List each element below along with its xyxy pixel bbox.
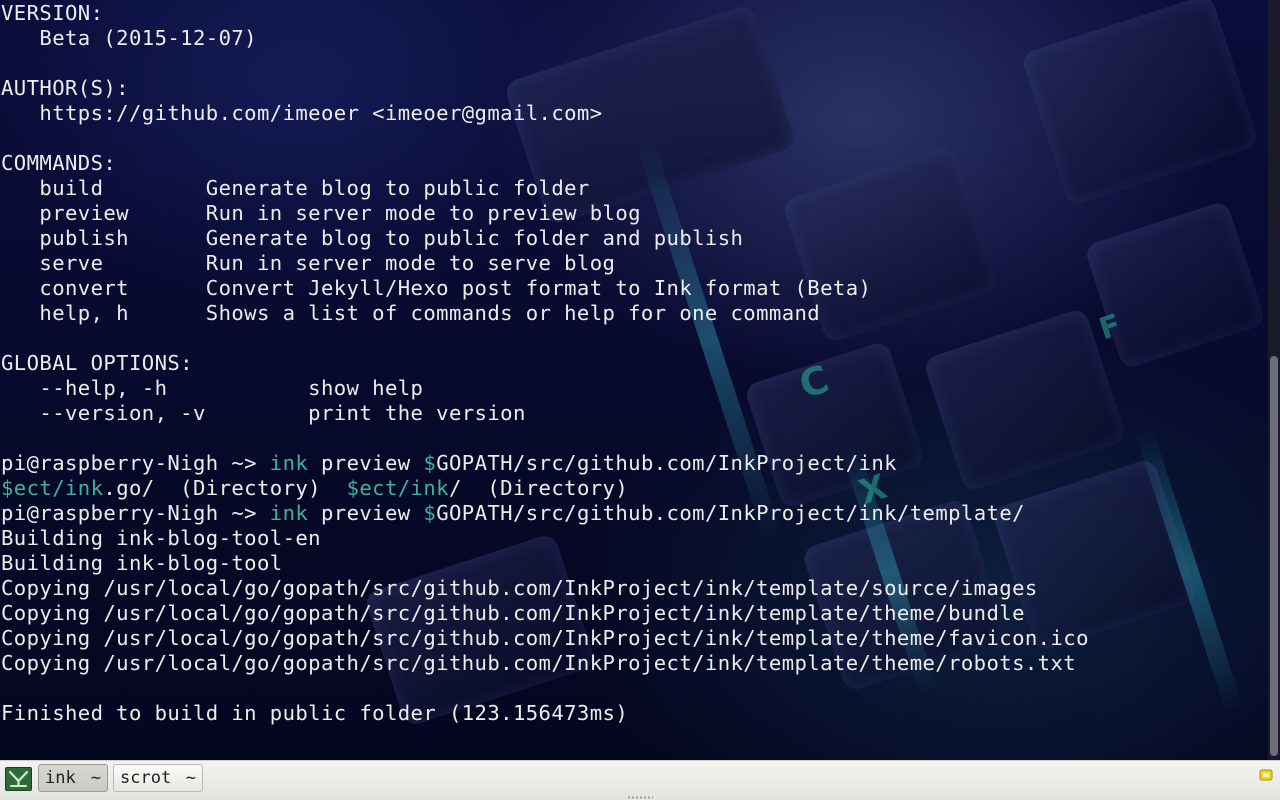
terminal-line: VERSION: xyxy=(1,1,1089,26)
terminal-line: build Generate blog to public folder xyxy=(1,176,1089,201)
scrollbar-thumb[interactable] xyxy=(1270,356,1278,756)
terminal-text: VERSION: xyxy=(1,1,104,25)
taskbar-button-scrot[interactable]: scrot ~ xyxy=(113,764,203,792)
terminal-line: pi@raspberry-Nigh ~> ink preview $GOPATH… xyxy=(1,501,1089,526)
terminal-text: Beta (2015-12-07) xyxy=(1,26,257,50)
terminal-line: Copying /usr/local/go/gopath/src/github.… xyxy=(1,651,1089,676)
terminal-text: GLOBAL OPTIONS: xyxy=(1,351,193,375)
terminal-line: COMMANDS: xyxy=(1,151,1089,176)
terminal-scrollbar[interactable] xyxy=(1268,0,1280,760)
taskbar-button-suffix: ~ xyxy=(185,768,196,788)
highlighted-text: $ xyxy=(423,501,437,525)
terminal-line: Beta (2015-12-07) xyxy=(1,26,1089,51)
panel-resize-grip[interactable] xyxy=(627,796,653,799)
terminal-line: pi@raspberry-Nigh ~> ink preview $GOPATH… xyxy=(1,451,1089,476)
highlighted-text: $ect/ink xyxy=(1,476,104,500)
terminal-text: GOPATH/src/github.com/InkProject/ink/tem… xyxy=(436,501,1025,525)
terminal-text: --version, -v print the version xyxy=(1,401,526,425)
terminal-text: --help, -h show help xyxy=(1,376,424,400)
desktop-screen: C X F VERSION: Beta (2015-12-07) AUTHOR(S… xyxy=(0,0,1280,800)
terminal-text: https://github.com/imeoer <imeoer@gmail.… xyxy=(1,101,603,125)
terminal-line: AUTHOR(S): xyxy=(1,76,1089,101)
terminal-line: help, h Shows a list of commands or help… xyxy=(1,301,1089,326)
terminal-text: GOPATH/src/github.com/InkProject/ink xyxy=(436,451,897,475)
terminal-text: Building ink-blog-tool-en xyxy=(1,526,321,550)
taskbar: ink ~ scrot ~ xyxy=(0,760,1280,800)
terminal-text: publish Generate blog to public folder a… xyxy=(1,226,744,250)
highlighted-text: ink xyxy=(269,501,309,525)
taskbar-button-label: ink xyxy=(45,768,76,788)
terminal-text: convert Convert Jekyll/Hexo post format … xyxy=(1,276,872,300)
terminal-text: preview xyxy=(308,451,424,475)
terminal-line: --help, -h show help xyxy=(1,376,1089,401)
terminal-text: / (Directory) xyxy=(448,476,629,500)
terminal-text: help, h Shows a list of commands or help… xyxy=(1,301,821,325)
terminal-text: Copying /usr/local/go/gopath/src/github.… xyxy=(1,626,1089,650)
terminal-text: Copying /usr/local/go/gopath/src/github.… xyxy=(1,651,1077,675)
terminal-line: GLOBAL OPTIONS: xyxy=(1,351,1089,376)
taskbar-button-suffix: ~ xyxy=(90,768,101,788)
terminal-text: pi@raspberry-Nigh ~> xyxy=(1,501,270,525)
terminal-line: publish Generate blog to public folder a… xyxy=(1,226,1089,251)
terminal-line: Building ink-blog-tool-en xyxy=(1,526,1089,551)
terminal-output: VERSION: Beta (2015-12-07) AUTHOR(S): htt… xyxy=(1,1,1089,726)
terminal-line: $ect/ink.go/ (Directory) $ect/ink/ (Dire… xyxy=(1,476,1089,501)
terminal-text: preview xyxy=(308,501,424,525)
terminal-line: Copying /usr/local/go/gopath/src/github.… xyxy=(1,601,1089,626)
terminal-text: Copying /usr/local/go/gopath/src/github.… xyxy=(1,576,1038,600)
terminal-line: --version, -v print the version xyxy=(1,401,1089,426)
terminal-text: serve Run in server mode to serve blog xyxy=(1,251,616,275)
terminal-text: preview Run in server mode to preview bl… xyxy=(1,201,641,225)
highlighted-text: $ xyxy=(423,451,437,475)
terminal-line: Building ink-blog-tool xyxy=(1,551,1089,576)
terminal-text: AUTHOR(S): xyxy=(1,76,129,100)
terminal-line: preview Run in server mode to preview bl… xyxy=(1,201,1089,226)
terminal-line: convert Convert Jekyll/Hexo post format … xyxy=(1,276,1089,301)
terminal-line: serve Run in server mode to serve blog xyxy=(1,251,1089,276)
taskbar-button-ink[interactable]: ink ~ xyxy=(38,764,108,792)
terminal-line: Copying /usr/local/go/gopath/src/github.… xyxy=(1,626,1089,651)
highlighted-text: $ect/ink xyxy=(346,476,449,500)
taskbar-button-label: scrot xyxy=(120,768,172,788)
terminal-line: Copying /usr/local/go/gopath/src/github.… xyxy=(1,576,1089,601)
terminal-text: Building ink-blog-tool xyxy=(1,551,283,575)
terminal-window[interactable]: C X F VERSION: Beta (2015-12-07) AUTHOR(S… xyxy=(0,0,1268,760)
terminal-text: COMMANDS: xyxy=(1,151,117,175)
notification-icon[interactable] xyxy=(1259,768,1273,782)
terminal-text: Copying /usr/local/go/gopath/src/github.… xyxy=(1,601,1025,625)
terminal-text: build Generate blog to public folder xyxy=(1,176,590,200)
highlighted-text: ink xyxy=(269,451,309,475)
terminal-text: Finished to build in public folder (123.… xyxy=(1,701,629,725)
download-arrow-icon[interactable] xyxy=(5,767,32,791)
terminal-text: pi@raspberry-Nigh ~> xyxy=(1,451,270,475)
terminal-line: https://github.com/imeoer <imeoer@gmail.… xyxy=(1,101,1089,126)
terminal-text: .go/ (Directory) xyxy=(103,476,347,500)
terminal-line: Finished to build in public folder (123.… xyxy=(1,701,1089,726)
